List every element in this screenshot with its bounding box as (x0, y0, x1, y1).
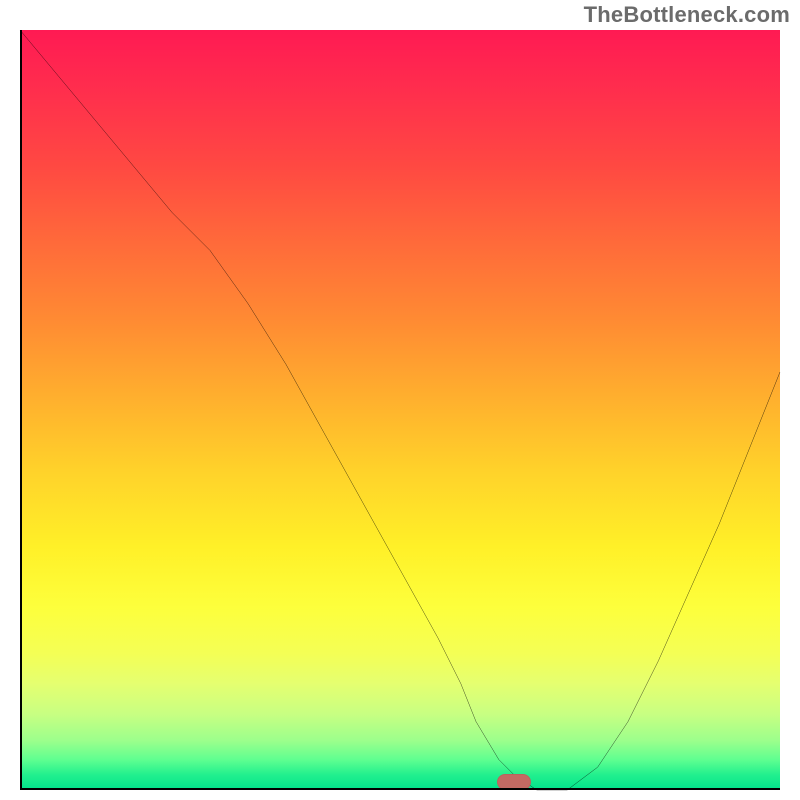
chart-container: TheBottleneck.com (0, 0, 800, 800)
plot-area (20, 30, 780, 790)
watermark-text: TheBottleneck.com (584, 2, 790, 28)
optimal-marker (497, 774, 531, 790)
bottleneck-curve (20, 30, 780, 790)
curve-path (20, 30, 780, 790)
